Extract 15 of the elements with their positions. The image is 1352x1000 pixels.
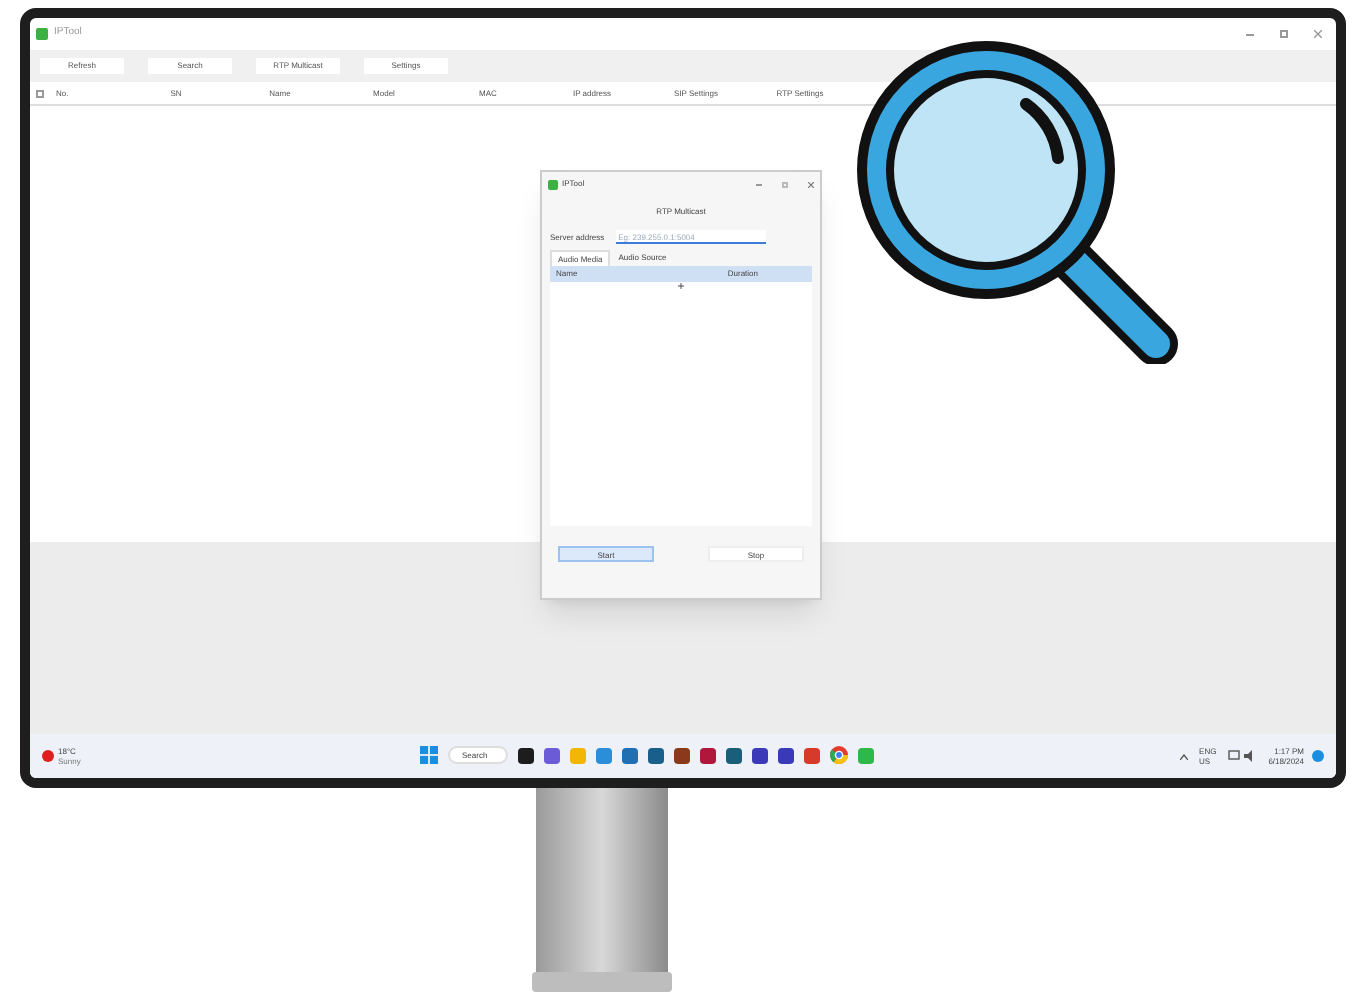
- maximize-icon[interactable]: [1280, 30, 1288, 38]
- magnifying-glass-icon: [856, 40, 1180, 364]
- close-icon[interactable]: [1314, 30, 1322, 38]
- network-icon[interactable]: [1228, 750, 1241, 762]
- speaker-icon[interactable]: [1244, 750, 1257, 762]
- tray-caret-icon[interactable]: [1179, 753, 1188, 759]
- weather-icon: [42, 750, 54, 762]
- notification-icon[interactable]: [1312, 750, 1324, 762]
- app-logo-icon: [36, 28, 48, 40]
- start-icon[interactable]: [420, 746, 438, 764]
- close-icon[interactable]: [808, 181, 814, 187]
- app-logo-icon: [548, 179, 558, 189]
- minimize-icon[interactable]: [1246, 33, 1254, 35]
- browser-icon[interactable]: [830, 746, 848, 764]
- select-all-checkbox[interactable]: [36, 89, 44, 97]
